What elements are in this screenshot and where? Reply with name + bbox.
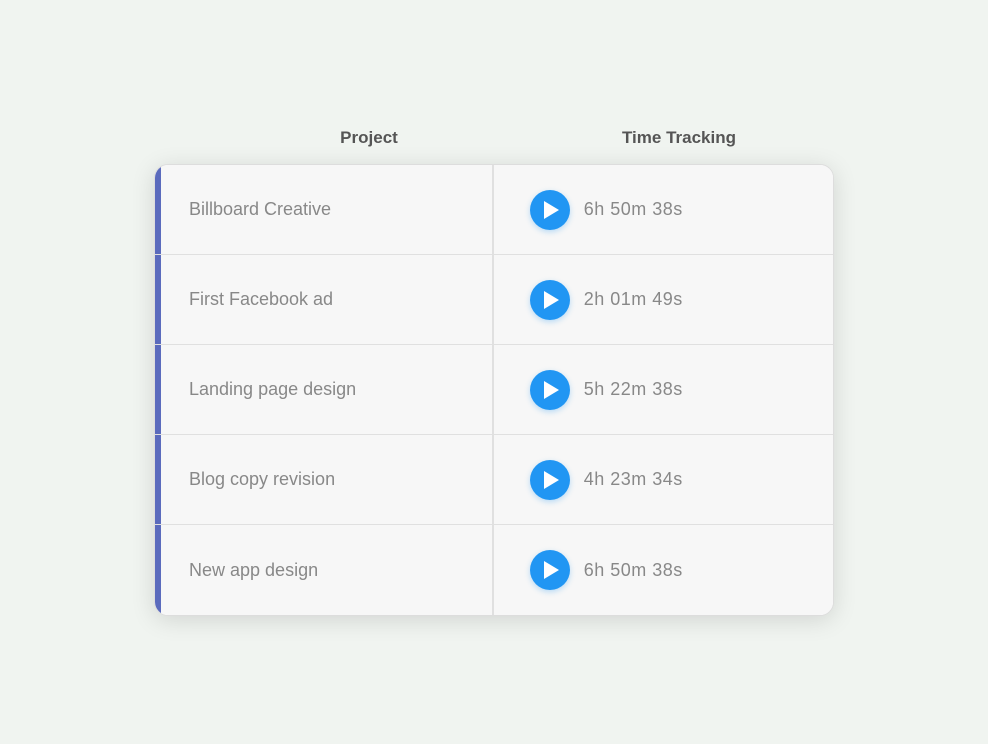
time-cell: 6h 50m 38s xyxy=(494,190,833,230)
play-icon xyxy=(544,561,559,579)
table-row: New app design 6h 50m 38s xyxy=(155,525,833,615)
time-cell: 6h 50m 38s xyxy=(494,550,833,590)
play-button[interactable] xyxy=(530,550,570,590)
time-value: 6h 50m 38s xyxy=(584,199,683,220)
time-cell: 5h 22m 38s xyxy=(494,370,833,410)
play-button[interactable] xyxy=(530,280,570,320)
time-cell: 4h 23m 34s xyxy=(494,460,833,500)
project-name: Billboard Creative xyxy=(161,199,492,220)
time-value: 2h 01m 49s xyxy=(584,289,683,310)
project-name: Landing page design xyxy=(161,379,492,400)
project-header: Project xyxy=(174,128,504,148)
project-name: First Facebook ad xyxy=(161,289,492,310)
play-icon xyxy=(544,201,559,219)
time-value: 5h 22m 38s xyxy=(584,379,683,400)
table-row: First Facebook ad 2h 01m 49s xyxy=(155,255,833,345)
table-header: Project Time Tracking xyxy=(154,128,834,164)
time-tracking-card: Billboard Creative 6h 50m 38s First Face… xyxy=(154,164,834,616)
time-cell: 2h 01m 49s xyxy=(494,280,833,320)
play-button[interactable] xyxy=(530,370,570,410)
play-icon xyxy=(544,381,559,399)
time-header: Time Tracking xyxy=(504,128,814,148)
play-icon xyxy=(544,471,559,489)
project-name: Blog copy revision xyxy=(161,469,492,490)
table-row: Landing page design 5h 22m 38s xyxy=(155,345,833,435)
play-button[interactable] xyxy=(530,460,570,500)
project-name: New app design xyxy=(161,560,492,581)
table-row: Billboard Creative 6h 50m 38s xyxy=(155,165,833,255)
table-row: Blog copy revision 4h 23m 34s xyxy=(155,435,833,525)
play-icon xyxy=(544,291,559,309)
play-button[interactable] xyxy=(530,190,570,230)
time-value: 4h 23m 34s xyxy=(584,469,683,490)
main-container: Project Time Tracking Billboard Creative… xyxy=(154,128,834,616)
time-value: 6h 50m 38s xyxy=(584,560,683,581)
